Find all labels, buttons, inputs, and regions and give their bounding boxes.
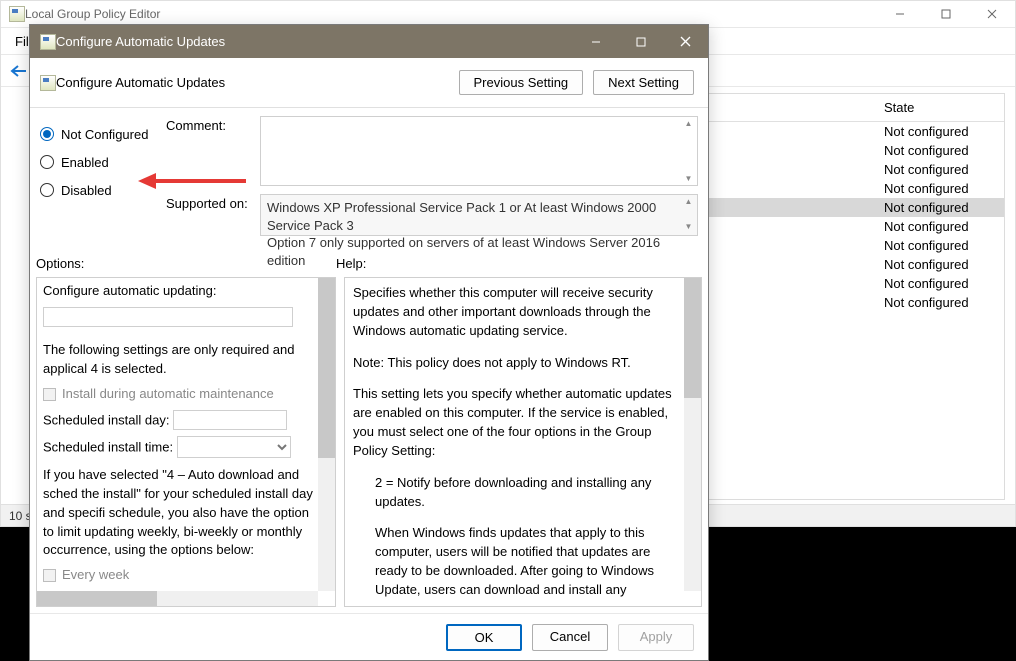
- radio-not-configured[interactable]: Not Configured: [40, 120, 166, 148]
- comment-textarea[interactable]: ▲▼: [260, 116, 698, 186]
- chk-every-week[interactable]: Every week: [43, 566, 317, 585]
- apply-button[interactable]: Apply: [618, 624, 694, 651]
- options-hscrollbar[interactable]: [37, 591, 318, 606]
- dialog-titlebar: Configure Automatic Updates: [30, 25, 708, 58]
- help-p1: Specifies whether this computer will rec…: [353, 284, 681, 341]
- install-time-label: Scheduled install time:: [43, 440, 173, 455]
- dialog-min-button[interactable]: [573, 25, 618, 58]
- options-para2: If you have selected "4 – Auto download …: [43, 467, 313, 557]
- help-p2: Note: This policy does not apply to Wind…: [353, 354, 681, 373]
- radio-disabled[interactable]: Disabled: [40, 176, 166, 204]
- cell-state: Not configured: [884, 276, 1004, 291]
- next-setting-button[interactable]: Next Setting: [593, 70, 694, 95]
- supported-scrollbar[interactable]: ▲▼: [680, 195, 697, 235]
- options-vscrollbar[interactable]: [318, 278, 335, 591]
- help-p3: This setting lets you specify whether au…: [353, 385, 681, 460]
- dialog-max-button[interactable]: [618, 25, 663, 58]
- fields-column: Comment: ▲▼ Supported on: Windows XP Pro…: [166, 116, 698, 244]
- comment-scrollbar[interactable]: ▲▼: [680, 117, 697, 185]
- main-window-title: Local Group Policy Editor: [25, 7, 160, 21]
- comment-label: Comment:: [166, 116, 260, 186]
- back-button[interactable]: [7, 59, 31, 83]
- main-close-button[interactable]: [969, 1, 1015, 28]
- radio-disabled-label: Disabled: [61, 183, 112, 198]
- radio-nc-label: Not Configured: [61, 127, 148, 142]
- chk-maintenance[interactable]: Install during automatic maintenance: [43, 385, 317, 404]
- help-vscrollbar[interactable]: [684, 278, 701, 591]
- cell-state: Not configured: [884, 200, 1004, 215]
- cancel-button[interactable]: Cancel: [532, 624, 608, 651]
- install-day-input[interactable]: [173, 410, 287, 430]
- ok-button[interactable]: OK: [446, 624, 522, 651]
- required-text: The following settings are only required…: [43, 342, 294, 376]
- radio-ring-icon: [40, 183, 54, 197]
- supported-label: Supported on:: [166, 194, 260, 236]
- dialog-heading: Configure Automatic Updates: [56, 75, 225, 90]
- chk-maintenance-label: Install during automatic maintenance: [62, 385, 274, 404]
- dialog-top-grid: Not Configured Enabled Disabled Comment:…: [30, 108, 708, 248]
- cell-state: Not configured: [884, 162, 1004, 177]
- install-day-label: Scheduled install day:: [43, 412, 169, 427]
- cell-state: Not configured: [884, 238, 1004, 253]
- cell-state: Not configured: [884, 143, 1004, 158]
- previous-setting-button[interactable]: Previous Setting: [459, 70, 584, 95]
- cell-state: Not configured: [884, 257, 1004, 272]
- cell-state: Not configured: [884, 219, 1004, 234]
- dialog-title: Configure Automatic Updates: [56, 34, 225, 49]
- install-time-select[interactable]: [177, 436, 291, 458]
- radio-enabled-label: Enabled: [61, 155, 109, 170]
- configure-updating-label: Configure automatic updating:: [43, 283, 216, 298]
- main-min-button[interactable]: [877, 1, 923, 28]
- policy-item-icon: [40, 75, 56, 91]
- dialog-close-button[interactable]: [663, 25, 708, 58]
- help-p5: When Windows finds updates that apply to…: [353, 524, 681, 600]
- dialog-titlebar-icon: [40, 34, 56, 50]
- help-p4: 2 = Notify before downloading and instal…: [353, 474, 681, 512]
- radio-ring-icon: [40, 155, 54, 169]
- help-section-label: Help:: [336, 256, 698, 271]
- cell-state: Not configured: [884, 181, 1004, 196]
- radio-enabled[interactable]: Enabled: [40, 148, 166, 176]
- radio-dot-icon: [40, 127, 54, 141]
- gpedit-icon: [9, 6, 25, 22]
- chk-every-week-label: Every week: [62, 566, 129, 585]
- policy-dialog: Configure Automatic Updates Configure Au…: [29, 24, 709, 661]
- checkbox-icon: [43, 388, 56, 401]
- cell-state: Not configured: [884, 295, 1004, 310]
- cell-state: Not configured: [884, 124, 1004, 139]
- supported-on-box: Windows XP Professional Service Pack 1 o…: [260, 194, 698, 236]
- options-panel: Configure automatic updating: The follow…: [36, 277, 336, 607]
- dialog-button-row: OK Cancel Apply: [30, 613, 708, 661]
- checkbox-icon: [43, 569, 56, 582]
- dialog-header-row: Configure Automatic Updates Previous Set…: [30, 58, 708, 108]
- col-state-header[interactable]: State: [884, 100, 1004, 115]
- help-panel: Specifies whether this computer will rec…: [344, 277, 702, 607]
- main-max-button[interactable]: [923, 1, 969, 28]
- configure-updating-combo[interactable]: [43, 307, 293, 327]
- radio-group: Not Configured Enabled Disabled: [40, 116, 166, 244]
